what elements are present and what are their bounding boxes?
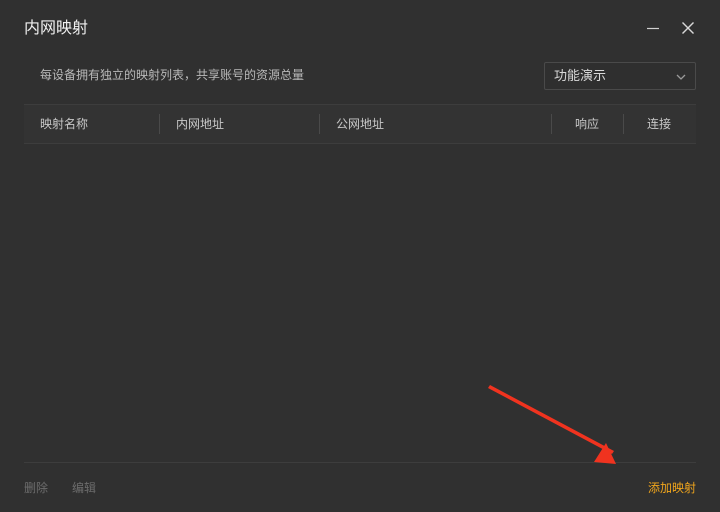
column-header-public-address[interactable]: 公网地址 — [336, 105, 384, 143]
window-title: 内网映射 — [24, 18, 89, 37]
chevron-down-icon — [676, 74, 686, 80]
column-header-internal-address[interactable]: 内网地址 — [176, 105, 224, 143]
delete-button[interactable]: 删除 — [24, 479, 48, 497]
device-select-value: 功能演示 — [554, 69, 607, 84]
description-text: 每设备拥有独立的映射列表，共享账号的资源总量 — [40, 68, 305, 82]
table-header: 映射名称 内网地址 公网地址 响应 连接 — [24, 104, 696, 144]
column-divider — [319, 114, 320, 134]
port-mapping-window: 内网映射 每设备拥有独立的映射列表，共享账号的资源总量 功能演示 映射名称 内网… — [0, 0, 720, 512]
column-divider — [159, 114, 160, 134]
column-divider — [551, 114, 552, 134]
column-header-response[interactable]: 响应 — [575, 105, 599, 143]
column-header-mapping-name[interactable]: 映射名称 — [40, 105, 88, 143]
add-mapping-button[interactable]: 添加映射 — [648, 479, 696, 497]
minimize-button[interactable] — [641, 16, 665, 40]
device-select[interactable]: 功能演示 — [544, 62, 696, 90]
title-bar: 内网映射 — [0, 0, 720, 56]
edit-button[interactable]: 编辑 — [72, 479, 96, 497]
column-divider — [623, 114, 624, 134]
minimize-icon — [647, 27, 659, 30]
close-button[interactable] — [676, 16, 700, 40]
close-icon — [682, 22, 694, 34]
column-header-connection[interactable]: 连接 — [647, 105, 671, 143]
annotation-arrow — [488, 385, 616, 464]
